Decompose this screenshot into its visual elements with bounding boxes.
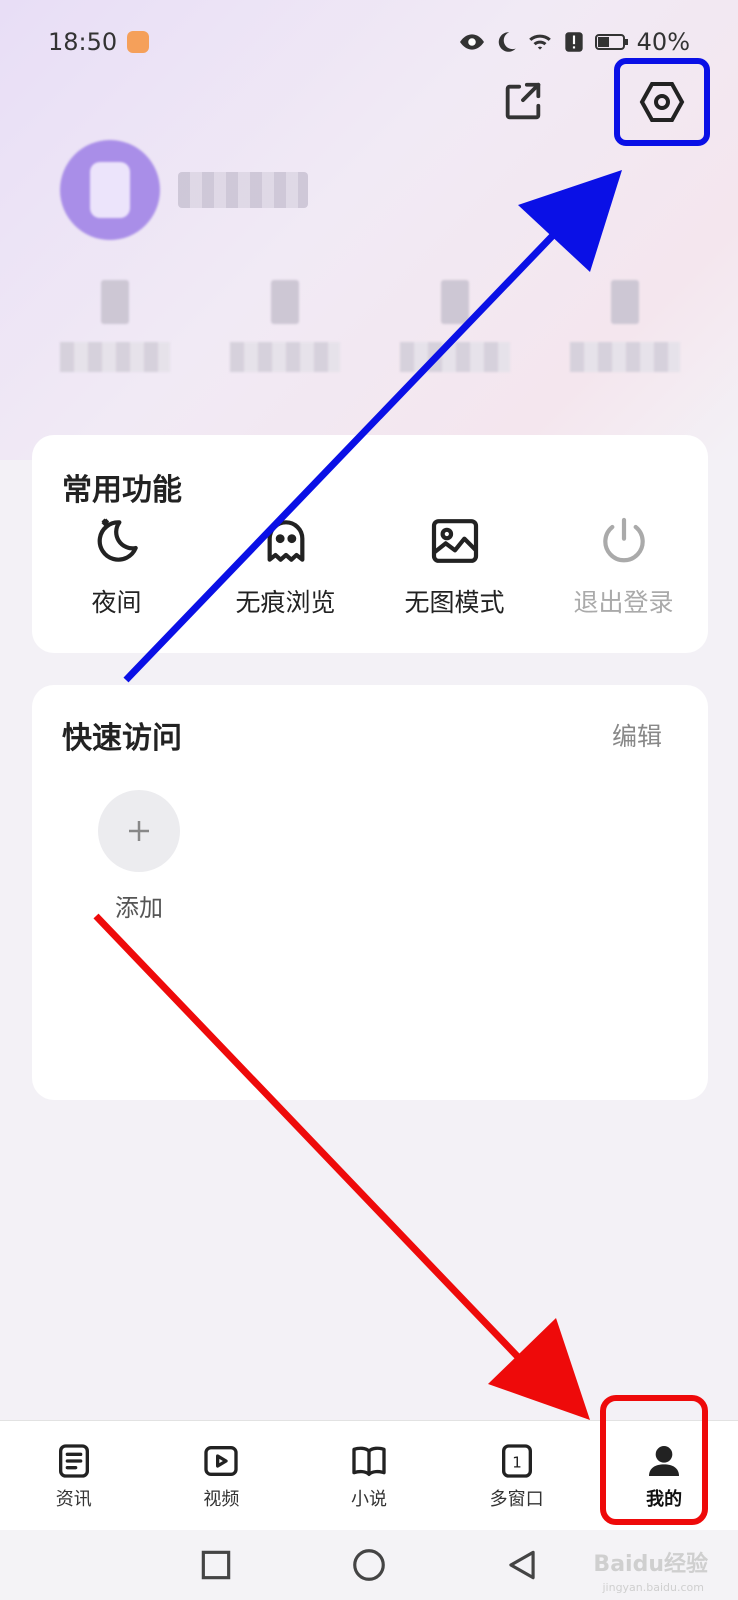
nav-news[interactable]: 资讯 [0,1421,148,1530]
stat-value-blurred [611,280,639,324]
night-mode-button[interactable]: 夜间 [32,513,201,619]
profile-icon [649,1445,680,1476]
ghost-icon [267,520,304,562]
common-functions-title: 常用功能 [62,473,182,508]
nav-multi-window[interactable]: 1 多窗口 [443,1421,591,1530]
common-functions-card: 常用功能 夜间 无痕浏览 无图模式 退出登录 [32,435,708,653]
battery-percent: 40% [636,28,690,56]
edit-button[interactable]: 编辑 [612,717,662,753]
alert-icon [564,32,583,52]
no-image-mode-label: 无图模式 [404,588,505,617]
stat-label-blurred [60,342,170,372]
stat-label-blurred [400,342,510,372]
nav-video[interactable]: 视频 [148,1421,296,1530]
image-icon [431,519,478,563]
stat-item[interactable] [400,280,510,372]
watermark: Baidu经验 [593,1552,708,1577]
windows-icon: 1 [501,1443,532,1478]
incognito-button[interactable]: 无痕浏览 [201,513,370,619]
watermark-url: jingyan.baidu.com [602,1581,704,1594]
night-mode-label: 夜间 [91,588,142,617]
stat-value-blurred [101,280,129,324]
settings-hexagon-icon [639,82,685,122]
incognito-label: 无痕浏览 [235,588,336,617]
eye-icon [459,34,484,50]
red-arrow-head [488,1318,590,1420]
bottom-navigation: 资讯 视频 小说 1 多窗口 我的 [0,1395,738,1530]
nav-multi-window-label: 多窗口 [489,1488,544,1510]
nav-novel-label: 小说 [350,1488,387,1510]
moon-status-icon [498,32,516,52]
add-circle [98,790,180,872]
add-shortcut-button[interactable]: 添加 [98,790,180,923]
stat-label-blurred [570,342,680,372]
avatar[interactable] [60,140,160,240]
home-icon[interactable] [350,1546,388,1584]
plus-icon [129,821,149,841]
no-image-mode-button[interactable]: 无图模式 [370,513,539,619]
share-icon [505,82,541,120]
recent-apps-icon[interactable] [197,1546,235,1584]
header-actions [482,58,710,146]
stat-item[interactable] [60,280,170,372]
stat-value-blurred [271,280,299,324]
nav-news-label: 资讯 [55,1488,92,1510]
quick-access-title: 快速访问 [62,721,182,756]
stat-label-blurred [230,342,340,372]
nav-profile-label: 我的 [646,1488,683,1510]
nav-video-label: 视频 [203,1488,240,1510]
back-icon[interactable] [503,1546,541,1584]
wifi-icon [528,34,551,50]
user-profile[interactable] [60,140,308,240]
power-icon [602,517,645,563]
app-notification-icon [127,31,150,53]
logout-label: 退出登录 [573,588,674,617]
stat-item[interactable] [570,280,680,372]
book-icon [352,1446,386,1476]
news-icon [58,1443,89,1478]
window-count: 1 [512,1453,522,1471]
share-button[interactable] [482,61,564,143]
username-blurred [178,172,308,208]
quick-access-card: 快速访问 编辑 添加 [32,685,708,1100]
user-stats [60,280,680,372]
settings-button[interactable] [614,58,710,146]
stat-item[interactable] [230,280,340,372]
common-functions-grid: 夜间 无痕浏览 无图模式 退出登录 [32,513,708,619]
add-label: 添加 [115,894,163,922]
status-time: 18:50 [48,28,118,56]
nav-novel[interactable]: 小说 [295,1421,443,1530]
video-icon [204,1445,239,1476]
battery-icon [594,34,628,50]
nav-profile[interactable]: 我的 [590,1395,738,1530]
moon-icon [97,518,138,562]
stat-value-blurred [441,280,469,324]
logout-button[interactable]: 退出登录 [539,513,708,619]
